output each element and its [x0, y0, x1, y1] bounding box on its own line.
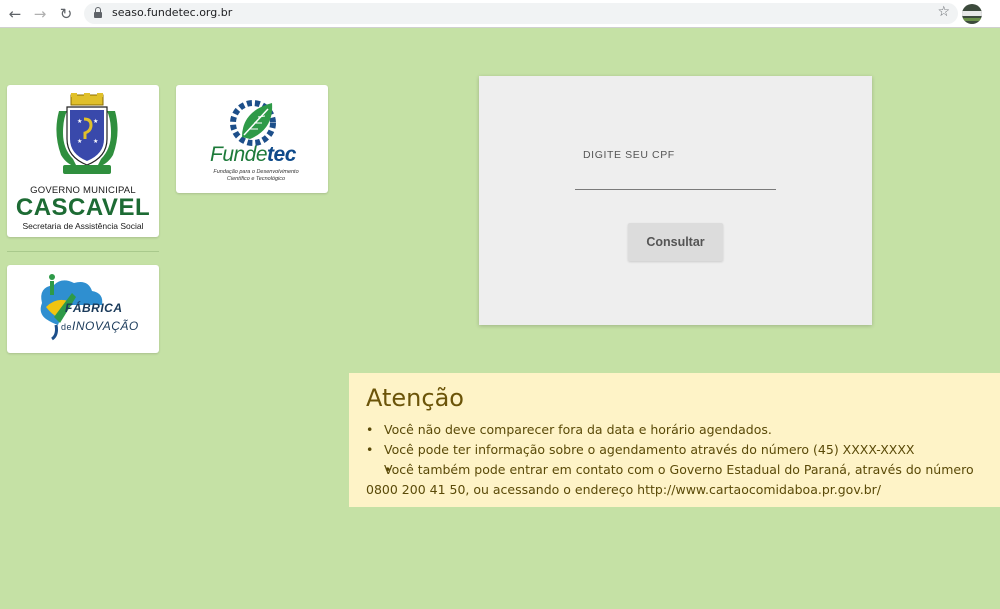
reload-icon[interactable]: ↻: [57, 5, 75, 23]
cascavel-coat-of-arms-icon: ★ ★ ★ ★: [56, 93, 118, 174]
cascavel-secretariat-label: Secretaria de Assistência Social: [22, 221, 144, 231]
attention-notice: Atenção Você não deve comparecer fora da…: [349, 373, 1000, 507]
consultar-button[interactable]: Consultar: [628, 223, 723, 261]
fundetec-subtitle: Fundação para o Desenvolvimento Científi…: [213, 169, 299, 182]
arrow-right-icon[interactable]: →: [31, 5, 49, 23]
fundetec-wordmark: Fundetec: [210, 143, 296, 167]
notice-title: Atenção: [366, 384, 464, 412]
cpf-input[interactable]: [575, 170, 776, 190]
star-icon[interactable]: ☆: [937, 4, 950, 20]
fabrica-title: FÁBRICA: [65, 301, 123, 315]
notice-list: Você não deve comparecer fora da data e …: [366, 420, 991, 500]
notice-item: Você pode ter informação sobre o agendam…: [366, 440, 991, 460]
fabrica-inovacao-logo-card: FÁBRICA deINOVAÇÃO: [7, 265, 159, 353]
logo-divider: [7, 251, 159, 252]
svg-text:★: ★: [93, 118, 98, 125]
fundetec-wordmark-part2: tec: [267, 143, 296, 166]
svg-text:★: ★: [77, 118, 82, 125]
cascavel-logo-card: ★ ★ ★ ★ GOVERNO MUNICIPAL CASCAVEL Secre…: [7, 85, 159, 237]
cpf-field-label: DIGITE SEU CPF: [583, 149, 675, 161]
notice-item: Você também pode entrar em contato com o…: [366, 460, 991, 500]
profile-avatar-icon[interactable]: [962, 4, 982, 24]
fundetec-gear-leaf-icon: [230, 100, 276, 146]
fundetec-logo-card: Fundetec Fundação para o Desenvolvimento…: [176, 85, 328, 193]
cpf-form-panel: DIGITE SEU CPF Consultar: [479, 76, 872, 325]
arrow-left-icon[interactable]: ←: [6, 5, 24, 23]
svg-text:★: ★: [77, 138, 82, 145]
address-bar[interactable]: seaso.fundetec.org.br ☆: [84, 3, 958, 24]
browser-toolbar: ← → ↻ seaso.fundetec.org.br ☆: [0, 0, 1000, 28]
lock-icon[interactable]: [94, 7, 102, 19]
url-text[interactable]: seaso.fundetec.org.br: [112, 6, 232, 19]
fundetec-wordmark-part1: Funde: [210, 143, 268, 166]
fabrica-subtitle-prefix: de: [61, 322, 73, 332]
fabrica-subtitle-word: INOVAÇÃO: [72, 319, 139, 333]
notice-item: Você não deve comparecer fora da data e …: [366, 420, 991, 440]
cascavel-name-label: CASCAVEL: [15, 194, 151, 221]
fabrica-subtitle: deINOVAÇÃO: [61, 319, 139, 333]
svg-text:★: ★: [93, 138, 98, 145]
